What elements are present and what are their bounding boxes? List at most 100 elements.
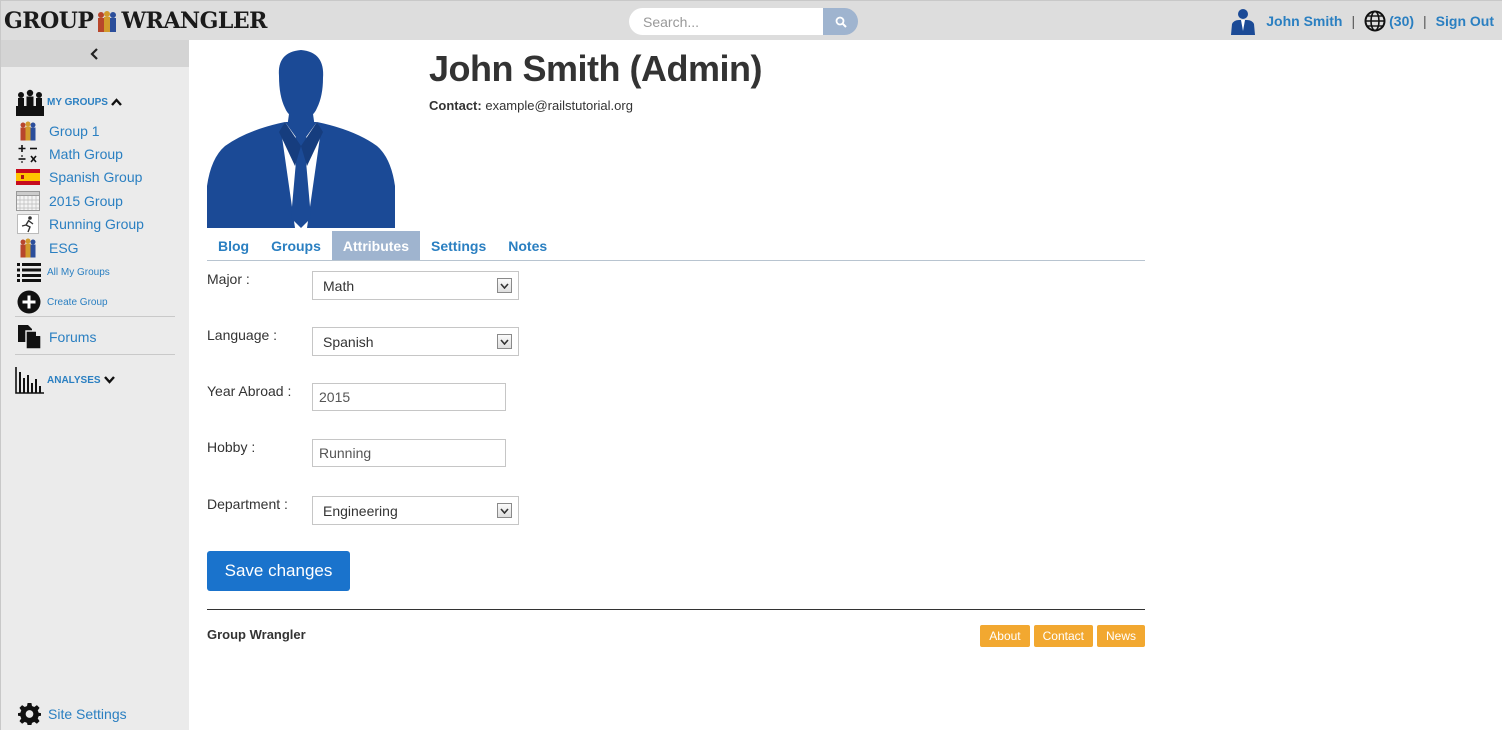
tab-attributes[interactable]: Attributes bbox=[331, 231, 421, 260]
documents-icon bbox=[17, 325, 43, 350]
sidebar-item-group-1[interactable]: Group 1 bbox=[15, 120, 100, 142]
hobby-input[interactable] bbox=[312, 439, 506, 467]
contact-email: example@railstutorial.org bbox=[485, 98, 633, 113]
all-my-groups-link[interactable]: All My Groups bbox=[17, 262, 110, 282]
analyses-label: ANALYSES bbox=[47, 374, 101, 386]
site-settings-link[interactable]: Site Settings bbox=[18, 702, 127, 725]
profile-name: John Smith (Admin) bbox=[429, 48, 762, 89]
search-icon bbox=[835, 16, 847, 28]
sidebar-item-label: 2015 Group bbox=[49, 193, 123, 209]
calendar-icon bbox=[15, 190, 41, 212]
about-link[interactable]: About bbox=[980, 625, 1030, 647]
user-menu: John Smith | (30) | Sign Out bbox=[1228, 7, 1494, 35]
footer-links: About Contact News bbox=[980, 625, 1145, 647]
year-abroad-input[interactable] bbox=[312, 383, 506, 411]
chevron-down-icon bbox=[497, 278, 512, 293]
profile-tabs: Blog Groups Attributes Settings Notes bbox=[207, 231, 1145, 261]
department-row: Department : Engineering bbox=[207, 496, 607, 526]
my-groups-header[interactable]: MY GROUPS bbox=[15, 88, 122, 116]
all-my-groups-label: All My Groups bbox=[47, 266, 110, 278]
create-group-label: Create Group bbox=[47, 296, 108, 308]
hobby-row: Hobby : bbox=[207, 439, 607, 469]
top-bar: GROUP WRANGLER John Smith bbox=[0, 0, 1502, 40]
sidebar-item-spanish-group[interactable]: Spanish Group bbox=[15, 166, 142, 188]
language-value: Spanish bbox=[323, 333, 374, 350]
chevron-up-icon bbox=[111, 98, 122, 106]
sidebar-item-esg[interactable]: ESG bbox=[15, 237, 79, 259]
language-select[interactable]: Spanish bbox=[312, 327, 519, 356]
department-value: Engineering bbox=[323, 502, 398, 519]
profile-avatar bbox=[207, 46, 395, 228]
major-value: Math bbox=[323, 277, 355, 294]
profile-contact: Contact: example@railstutorial.org bbox=[429, 98, 633, 113]
major-row: Major : Math bbox=[207, 271, 607, 301]
bar-chart-icon bbox=[15, 367, 44, 394]
my-groups-label: MY GROUPS bbox=[47, 96, 108, 108]
site-settings-label: Site Settings bbox=[48, 705, 127, 722]
groups-icon bbox=[16, 89, 44, 116]
logo-text-right: WRANGLER bbox=[121, 8, 267, 34]
people-icon bbox=[15, 120, 41, 142]
sidebar-item-label: Math Group bbox=[49, 146, 123, 162]
chevron-down-icon bbox=[103, 376, 115, 384]
spain-flag-icon bbox=[15, 166, 41, 188]
tab-settings[interactable]: Settings bbox=[420, 231, 497, 260]
businessman-silhouette-icon bbox=[207, 50, 395, 228]
app-logo[interactable]: GROUP WRANGLER bbox=[4, 7, 267, 35]
globe-icon[interactable] bbox=[1364, 10, 1386, 32]
sidebar: MY GROUPS Group 1 Math Group Spanish Gro… bbox=[0, 40, 189, 730]
save-changes-button[interactable]: Save changes bbox=[207, 551, 350, 591]
hobby-label: Hobby : bbox=[207, 439, 256, 455]
year-abroad-row: Year Abroad : bbox=[207, 383, 607, 413]
create-group-link[interactable]: Create Group bbox=[17, 290, 108, 314]
plus-circle-icon bbox=[17, 290, 43, 314]
sidebar-divider bbox=[15, 316, 175, 317]
year-abroad-label: Year Abroad : bbox=[207, 383, 292, 399]
contact-link[interactable]: Contact bbox=[1033, 625, 1093, 647]
major-label: Major : bbox=[207, 271, 250, 287]
language-label: Language : bbox=[207, 327, 278, 343]
sidebar-collapse-button[interactable] bbox=[1, 40, 189, 67]
sidebar-item-label: Spanish Group bbox=[49, 169, 143, 185]
major-select[interactable]: Math bbox=[312, 271, 519, 300]
list-icon bbox=[17, 262, 43, 282]
tab-groups[interactable]: Groups bbox=[260, 231, 332, 260]
chevron-left-icon bbox=[90, 47, 98, 60]
sidebar-item-forums[interactable]: Forums bbox=[17, 325, 97, 350]
sign-out-link[interactable]: Sign Out bbox=[1436, 13, 1494, 29]
search-button[interactable] bbox=[823, 8, 858, 35]
footer-divider bbox=[207, 609, 1145, 610]
chevron-down-icon bbox=[497, 334, 512, 349]
sidebar-divider bbox=[15, 354, 175, 355]
user-avatar-icon bbox=[1228, 7, 1258, 35]
footer-title: Group Wrangler bbox=[207, 627, 306, 642]
crowd-logo-icon bbox=[94, 9, 120, 33]
search-input[interactable] bbox=[629, 8, 824, 35]
user-name-link[interactable]: John Smith bbox=[1266, 13, 1342, 29]
analyses-header[interactable]: ANALYSES bbox=[15, 366, 115, 394]
logo-text-left: GROUP bbox=[4, 8, 94, 34]
gear-icon bbox=[18, 702, 41, 725]
people-icon bbox=[15, 237, 41, 259]
notifications-count-link[interactable]: (30) bbox=[1389, 13, 1414, 29]
sidebar-item-label: Running Group bbox=[49, 216, 144, 232]
separator: | bbox=[1423, 13, 1427, 29]
sidebar-item-running-group[interactable]: Running Group bbox=[15, 213, 144, 235]
department-label: Department : bbox=[207, 496, 288, 512]
sidebar-item-label: ESG bbox=[49, 240, 79, 256]
language-row: Language : Spanish bbox=[207, 327, 607, 357]
math-icon bbox=[15, 143, 41, 165]
news-link[interactable]: News bbox=[1096, 625, 1145, 647]
sidebar-item-label: Forums bbox=[49, 329, 97, 345]
tab-notes[interactable]: Notes bbox=[497, 231, 558, 260]
separator: | bbox=[1351, 13, 1356, 29]
contact-label: Contact: bbox=[429, 98, 482, 113]
chevron-down-icon bbox=[497, 503, 512, 518]
sidebar-item-math-group[interactable]: Math Group bbox=[15, 143, 123, 165]
sidebar-item-label: Group 1 bbox=[49, 123, 100, 139]
sidebar-item-2015-group[interactable]: 2015 Group bbox=[15, 190, 123, 212]
department-select[interactable]: Engineering bbox=[312, 496, 519, 525]
tab-blog[interactable]: Blog bbox=[207, 231, 260, 260]
search-bar bbox=[629, 8, 858, 35]
runner-icon bbox=[15, 213, 41, 235]
